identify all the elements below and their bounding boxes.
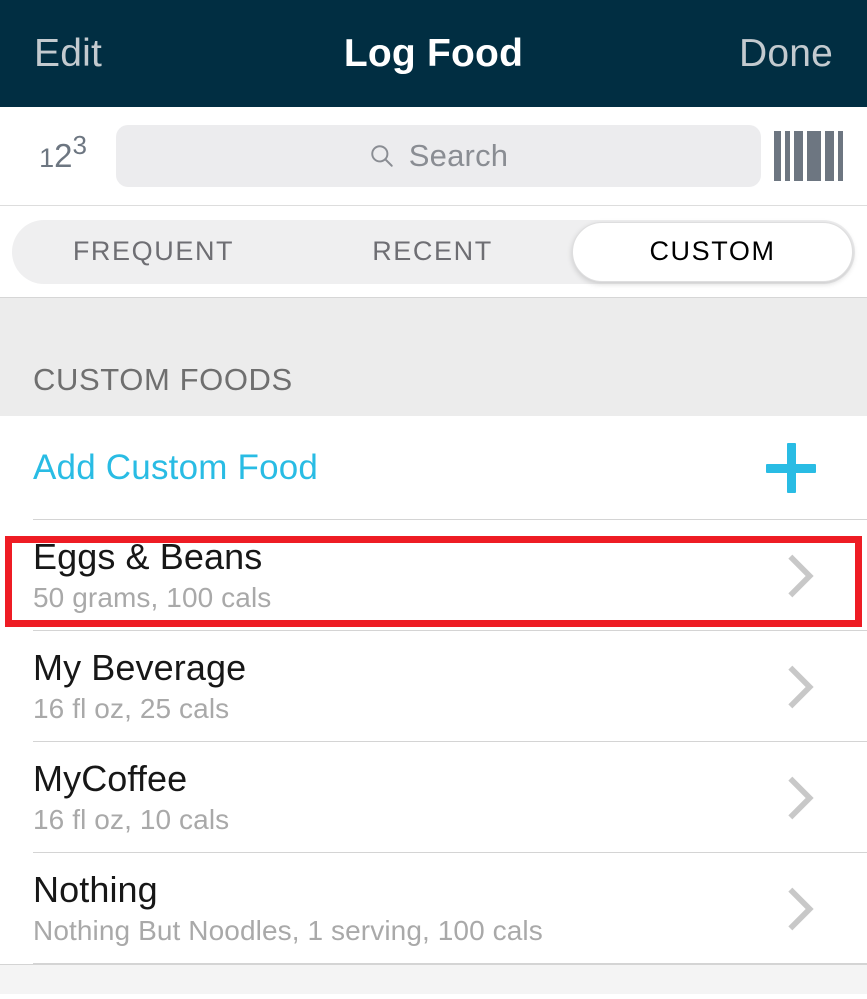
custom-foods-list: Add Custom Food Eggs & Beans 50 grams, 1… bbox=[0, 416, 867, 964]
food-item-text: My Beverage 16 fl oz, 25 cals bbox=[33, 649, 788, 723]
segmented-control: FREQUENT RECENT CUSTOM bbox=[12, 219, 855, 284]
chevron-right-icon bbox=[788, 776, 814, 819]
log-food-screen: Edit Log Food Done 1 2 3 Search FREQUENT… bbox=[0, 0, 867, 999]
quick-add-digit-1: 1 bbox=[39, 142, 55, 173]
food-item-details: 50 grams, 100 cals bbox=[33, 582, 272, 614]
list-item[interactable]: Nothing Nothing But Noodles, 1 serving, … bbox=[0, 853, 867, 964]
food-item-name: My Beverage bbox=[33, 647, 247, 689]
quick-add-123-icon[interactable]: 1 2 3 bbox=[20, 132, 106, 174]
quick-add-digit-3: 3 bbox=[72, 129, 87, 160]
food-item-text: MyCoffee 16 fl oz, 10 cals bbox=[33, 760, 788, 834]
barcode-bar bbox=[773, 131, 781, 181]
food-item-name: MyCoffee bbox=[33, 758, 188, 800]
tab-recent[interactable]: RECENT bbox=[293, 222, 572, 282]
list-item[interactable]: My Beverage 16 fl oz, 25 cals bbox=[0, 631, 867, 742]
chevron-right-icon bbox=[788, 665, 814, 708]
food-item-text: Nothing Nothing But Noodles, 1 serving, … bbox=[33, 871, 788, 945]
navigation-bar: Edit Log Food Done bbox=[0, 0, 867, 107]
plus-icon[interactable] bbox=[766, 443, 816, 493]
section-header-custom-foods: CUSTOM FOODS bbox=[0, 298, 867, 416]
page-title: Log Food bbox=[343, 31, 524, 75]
list-footer-spacer bbox=[0, 964, 867, 994]
add-custom-food-row[interactable]: Add Custom Food bbox=[0, 416, 867, 520]
barcode-bar bbox=[837, 131, 843, 181]
tab-frequent[interactable]: FREQUENT bbox=[14, 222, 293, 282]
food-item-details: 16 fl oz, 25 cals bbox=[33, 693, 230, 725]
quick-add-digit-2: 2 bbox=[54, 136, 73, 174]
barcode-bar bbox=[806, 131, 821, 181]
chevron-right-icon bbox=[788, 554, 814, 597]
food-item-details: 16 fl oz, 10 cals bbox=[33, 804, 230, 836]
search-placeholder: Search bbox=[408, 138, 509, 173]
barcode-bar bbox=[793, 131, 803, 181]
search-bar-row: 1 2 3 Search bbox=[0, 107, 867, 206]
food-item-text: Eggs & Beans 50 grams, 100 cals bbox=[33, 538, 788, 612]
done-button[interactable]: Done bbox=[739, 32, 833, 76]
add-custom-food-label: Add Custom Food bbox=[33, 448, 319, 487]
chevron-right-icon bbox=[788, 887, 814, 930]
barcode-scanner-icon[interactable] bbox=[771, 130, 845, 182]
list-item[interactable]: MyCoffee 16 fl oz, 10 cals bbox=[0, 742, 867, 853]
food-item-details: Nothing But Noodles, 1 serving, 100 cals bbox=[33, 915, 543, 947]
search-input[interactable]: Search bbox=[116, 125, 761, 187]
tab-bar: FREQUENT RECENT CUSTOM bbox=[0, 206, 867, 298]
food-item-name: Nothing bbox=[33, 869, 158, 911]
barcode-bar bbox=[824, 131, 834, 181]
search-icon bbox=[371, 145, 393, 167]
section-header-label: CUSTOM FOODS bbox=[33, 362, 293, 397]
row-divider bbox=[33, 963, 867, 964]
barcode-bar bbox=[784, 131, 790, 181]
food-item-name: Eggs & Beans bbox=[33, 536, 263, 578]
tab-custom[interactable]: CUSTOM bbox=[572, 221, 853, 282]
edit-button[interactable]: Edit bbox=[34, 32, 102, 76]
list-item[interactable]: Eggs & Beans 50 grams, 100 cals bbox=[0, 520, 867, 631]
